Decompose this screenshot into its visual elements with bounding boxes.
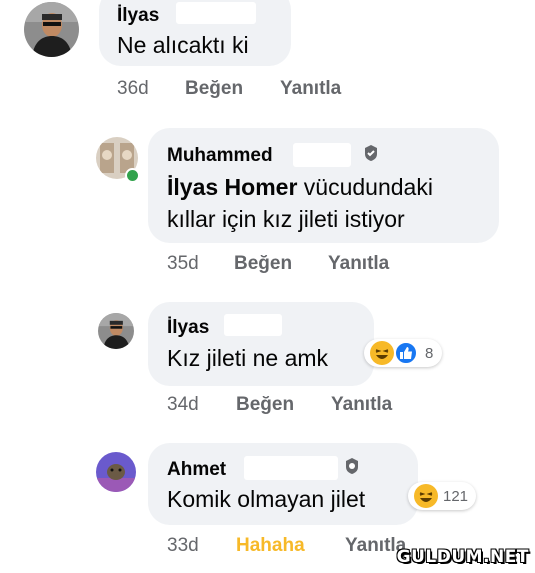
reaction-count: 121 (443, 488, 469, 505)
comment-author[interactable]: Muhammed (167, 145, 273, 167)
comment-text: Kız jileti ne amk (167, 345, 329, 371)
like-button[interactable]: Beğen (185, 78, 243, 100)
avatar[interactable] (24, 2, 79, 57)
reply-button[interactable]: Yanıtla (328, 253, 389, 275)
watermark: GULDUM.NET (396, 547, 529, 567)
online-indicator (125, 168, 140, 183)
comment-text: Komik olmayan jilet (167, 486, 366, 512)
comment-text: İlyas Homer vücudundaki (167, 172, 433, 203)
haha-face-icon (419, 492, 433, 502)
thumbs-up-icon (400, 347, 412, 359)
reply-button[interactable]: Yanıtla (280, 78, 341, 100)
redaction (244, 456, 338, 480)
redaction (224, 314, 282, 336)
haha-face-icon (375, 349, 389, 359)
haha-button[interactable]: Hahaha (236, 535, 305, 557)
comment-author[interactable]: İlyas (117, 5, 159, 27)
mention-link[interactable]: İlyas Homer (167, 174, 297, 200)
comment-text-part: vücudundaki (297, 174, 433, 200)
comment-time[interactable]: 36d (117, 78, 149, 100)
verified-icon (365, 145, 377, 161)
avatar[interactable] (96, 452, 136, 492)
like-button[interactable]: Beğen (236, 394, 294, 416)
comment-text-line: kıllar için kız jileti istiyor (167, 206, 405, 232)
comment-time[interactable]: 35d (167, 253, 199, 275)
shield-icon (346, 458, 358, 474)
comment-time[interactable]: 34d (167, 394, 199, 416)
comment-author[interactable]: İlyas (167, 317, 209, 339)
comment-author[interactable]: Ahmet (167, 459, 226, 481)
avatar[interactable] (98, 313, 134, 349)
reaction-count: 8 (425, 345, 434, 362)
reply-button[interactable]: Yanıtla (331, 394, 392, 416)
comment-text: Ne alıcaktı ki (117, 32, 249, 58)
like-button[interactable]: Beğen (234, 253, 292, 275)
redaction (176, 2, 256, 24)
redaction (293, 143, 351, 167)
comment-time[interactable]: 33d (167, 535, 199, 557)
